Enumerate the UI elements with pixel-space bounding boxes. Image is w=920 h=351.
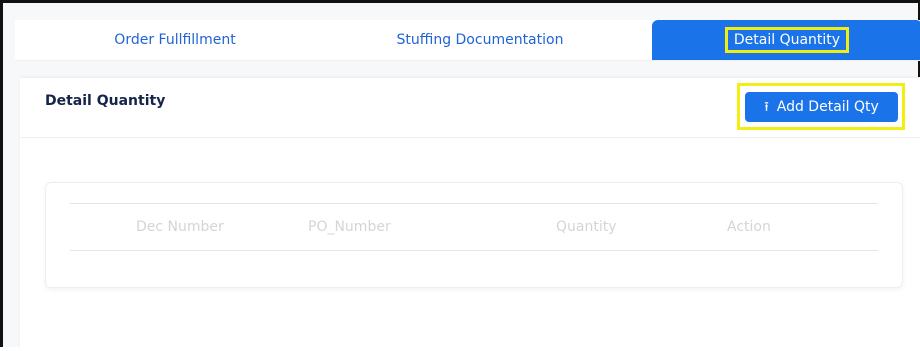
column-header-action[interactable]: Action <box>727 204 771 250</box>
column-header-quantity[interactable]: Quantity <box>556 204 617 250</box>
add-button-highlight: ⭱ Add Detail Qty <box>737 83 905 130</box>
add-detail-qty-label: Add Detail Qty <box>776 99 879 115</box>
column-header-dec-number[interactable]: Dec Number <box>136 204 224 250</box>
add-detail-qty-button[interactable]: ⭱ Add Detail Qty <box>745 92 898 122</box>
tab-order-fulfillment[interactable]: Order Fullfillment <box>75 20 275 60</box>
upload-icon: ⭱ <box>764 100 769 115</box>
column-header-po-number[interactable]: PO_Number <box>308 204 391 250</box>
app-frame: Order Fullfillment Stuffing Documentatio… <box>0 0 920 351</box>
tab-stuffing-documentation[interactable]: Stuffing Documentation <box>355 20 605 60</box>
detail-quantity-table: Dec Number PO_Number Quantity Action <box>45 182 903 288</box>
card-header: Detail Quantity ⭱ Add Detail Qty <box>20 78 920 138</box>
tab-bar: Order Fullfillment Stuffing Documentatio… <box>15 20 920 61</box>
detail-quantity-card: Detail Quantity ⭱ Add Detail Qty Dec Numb… <box>20 77 920 351</box>
tab-detail-quantity-label: Detail Quantity <box>724 27 850 53</box>
table-header: Dec Number PO_Number Quantity Action <box>70 203 878 251</box>
card-title: Detail Quantity <box>45 93 166 109</box>
tab-detail-quantity[interactable]: Detail Quantity <box>652 20 920 60</box>
